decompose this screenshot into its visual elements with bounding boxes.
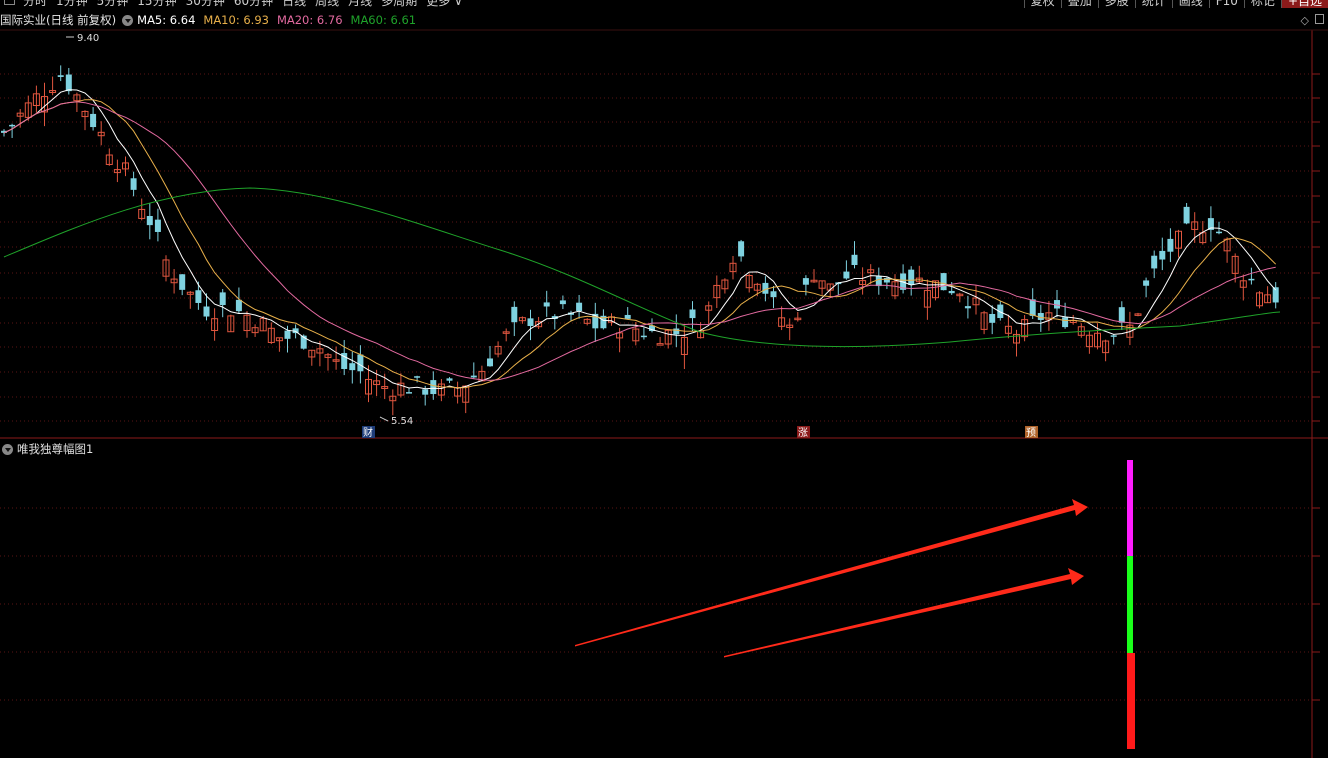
- high-price-label: 9.40: [77, 33, 99, 44]
- candle-body: [802, 278, 809, 285]
- candle-body: [487, 358, 493, 367]
- candle-body: [908, 269, 915, 285]
- candle-body: [1118, 307, 1125, 323]
- low-price-label: 5.54: [391, 416, 413, 427]
- candle-body: [948, 290, 955, 294]
- candle-body: [203, 306, 210, 317]
- candle-body: [146, 215, 153, 226]
- candle-body: [446, 378, 453, 381]
- candle-body: [770, 291, 777, 298]
- kline-chart[interactable]: 9.40 5.54 财 涨 预: [0, 0, 1328, 758]
- candle-body: [1151, 255, 1158, 269]
- candle-body: [1216, 231, 1222, 234]
- indicator-bar-mid: [1127, 556, 1133, 653]
- candle-body: [422, 389, 429, 395]
- candle-body: [470, 375, 477, 378]
- candle-body: [1248, 278, 1255, 281]
- candle-body: [179, 274, 186, 290]
- candle-body: [57, 75, 64, 77]
- event-marker[interactable]: 预: [1026, 427, 1036, 439]
- candle-body: [406, 392, 412, 394]
- candle-body: [511, 306, 518, 323]
- candle-body: [689, 309, 696, 319]
- event-marker[interactable]: 涨: [798, 427, 808, 439]
- candle-body: [875, 275, 882, 287]
- candle-body: [349, 363, 356, 371]
- candle-body: [656, 343, 664, 346]
- indicator-bar-top: [1127, 460, 1133, 556]
- candle-body: [543, 302, 550, 307]
- candle-body: [195, 290, 202, 303]
- candle-body: [9, 124, 16, 127]
- candle-body: [1062, 317, 1069, 328]
- candle-body: [843, 271, 850, 279]
- candle-body: [1143, 280, 1150, 286]
- candle-body: [1167, 238, 1174, 252]
- candle-body: [1183, 206, 1190, 224]
- red-arrow-lower: [724, 568, 1084, 658]
- candle-body: [430, 380, 437, 395]
- candle-body: [414, 376, 421, 378]
- candle-body: [624, 314, 631, 319]
- event-marker[interactable]: 财: [363, 426, 373, 439]
- ma5-line: [3, 89, 1277, 390]
- red-arrow-upper: [575, 499, 1088, 647]
- low-price-pointer: [379, 416, 389, 422]
- candle-body: [989, 313, 996, 323]
- candle-body: [1159, 250, 1166, 260]
- indicator-bar-bottom: [1127, 653, 1135, 749]
- candle-body: [673, 328, 680, 335]
- candle-body: [940, 273, 947, 291]
- candle-body: [154, 219, 161, 232]
- ma10-line: [3, 99, 1277, 389]
- candle-body: [851, 254, 858, 266]
- candle-body: [65, 74, 72, 92]
- candle-body: [576, 302, 583, 312]
- ma20-line: [3, 101, 1276, 381]
- candle-body: [357, 354, 364, 372]
- candle-body: [964, 306, 971, 309]
- candle-body: [284, 330, 291, 339]
- candle-body: [762, 282, 769, 294]
- candle-body: [90, 113, 97, 128]
- candle-body: [1029, 299, 1036, 316]
- candle-body: [640, 335, 647, 338]
- candle-body: [1110, 335, 1117, 337]
- candle-body: [559, 300, 566, 305]
- candle-body: [527, 318, 534, 327]
- candle-body: [219, 292, 226, 306]
- candle-body: [130, 178, 137, 190]
- candle-body: [235, 299, 242, 312]
- candle-body: [738, 241, 745, 257]
